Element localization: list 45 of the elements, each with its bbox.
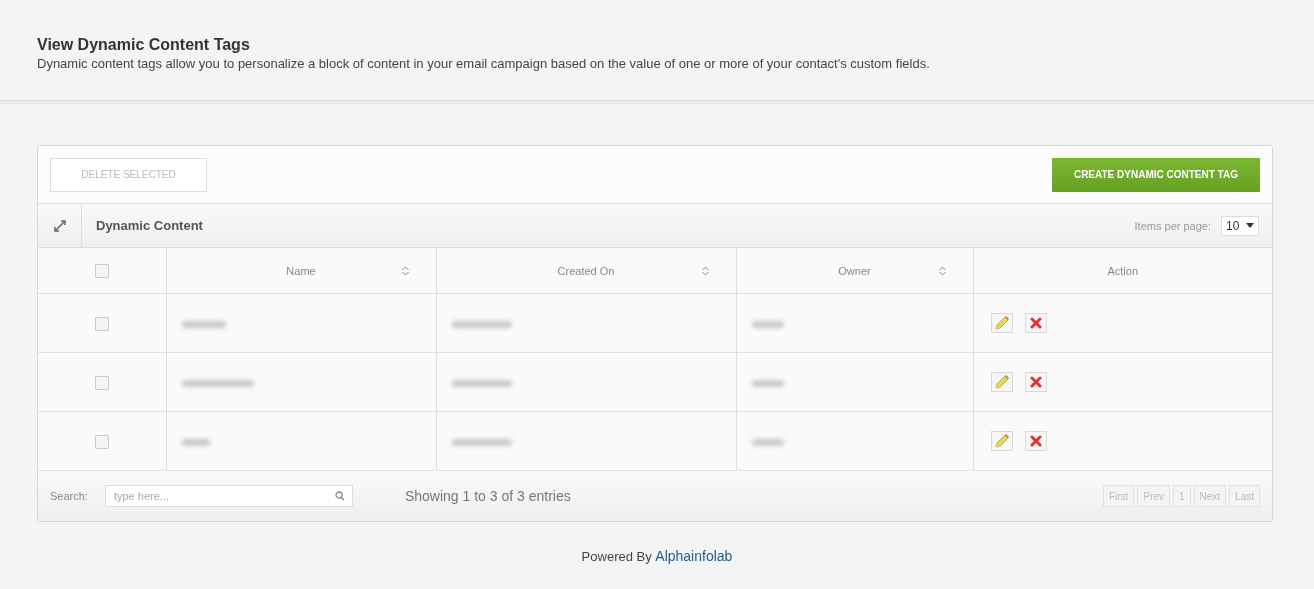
- row-checkbox[interactable]: [94, 375, 109, 390]
- edit-button[interactable]: [990, 313, 1013, 333]
- row-checkbox[interactable]: [94, 316, 109, 331]
- search-icon[interactable]: [334, 491, 345, 501]
- items-per-page-label: Items per page:: [1134, 219, 1211, 232]
- blurred-text: [181, 321, 226, 328]
- pencil-icon: [993, 433, 1010, 449]
- powered-by-text: Powered By: [581, 549, 653, 564]
- delete-button[interactable]: [1024, 313, 1047, 333]
- page-title: View Dynamic Content Tags: [37, 36, 250, 54]
- close-icon: [1029, 435, 1042, 447]
- sort-icon[interactable]: [401, 265, 409, 276]
- create-tag-button[interactable]: CREATE DYNAMIC CONTENT TAG: [1051, 157, 1260, 192]
- blurred-text: [451, 321, 512, 328]
- blurred-text: [451, 380, 512, 387]
- blurred-text: [751, 439, 784, 446]
- blurred-text: [751, 380, 784, 387]
- items-per-page-dropdown[interactable]: 10: [1221, 215, 1259, 236]
- column-header[interactable]: Name: [286, 264, 316, 277]
- select-all-checkbox[interactable]: [94, 263, 109, 278]
- blurred-text: [751, 321, 784, 328]
- pencil-icon: [993, 315, 1010, 331]
- delete-button[interactable]: [1024, 431, 1047, 451]
- blurred-text: [181, 439, 210, 446]
- row-checkbox[interactable]: [94, 434, 109, 449]
- edit-button[interactable]: [990, 431, 1013, 451]
- pencil-icon: [993, 374, 1010, 390]
- column-header[interactable]: Owner: [838, 264, 871, 277]
- sort-icon[interactable]: [701, 265, 709, 276]
- search-label: Search:: [50, 490, 88, 502]
- column-header: Action: [1107, 264, 1139, 277]
- delete-button[interactable]: [1024, 372, 1047, 392]
- blurred-text: [451, 439, 512, 446]
- search-field[interactable]: type here...: [104, 485, 353, 507]
- page-description: Dynamic content tags allow you to personalize a block of content in your email campaign based on the value of one or more of your contact's custom fields.: [37, 56, 930, 71]
- caret-icon: [1246, 223, 1254, 228]
- edit-button[interactable]: [990, 372, 1013, 392]
- sort-icon[interactable]: [938, 265, 946, 276]
- close-icon: [1029, 376, 1042, 388]
- entries-summary: Showing 1 to 3 of 3 entries: [404, 488, 572, 504]
- column-header[interactable]: Created On: [557, 264, 615, 277]
- expand-icon[interactable]: [53, 219, 66, 232]
- company-link[interactable]: Alphainfolab: [655, 548, 733, 564]
- panel-title: Dynamic Content: [96, 218, 204, 233]
- close-icon: [1029, 317, 1042, 329]
